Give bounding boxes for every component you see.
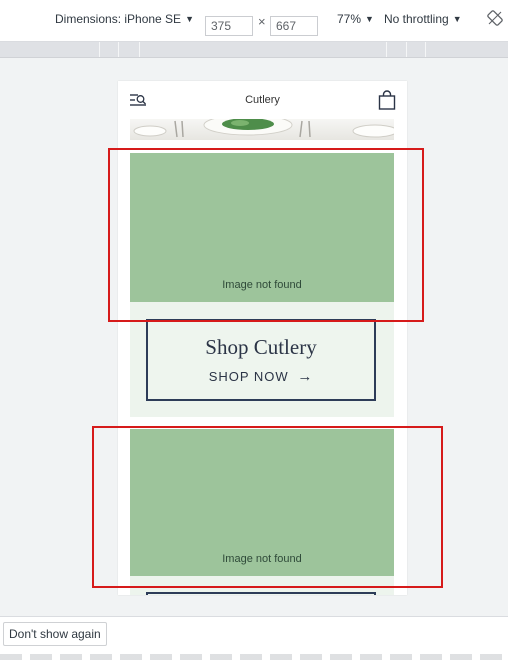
- height-input[interactable]: [270, 16, 318, 36]
- rotate-icon[interactable]: [487, 10, 503, 26]
- device-dimensions-label: Dimensions: iPhone SE: [55, 12, 182, 26]
- cta-title: Shop Cutlery: [205, 335, 317, 359]
- zoom-caret-icon: ▼: [365, 14, 374, 24]
- zoom-label: 77%: [337, 12, 362, 26]
- arrow-right-icon: →: [297, 368, 314, 385]
- page-title: Cutlery: [245, 94, 280, 106]
- shop-cutlery-cta[interactable]: Shop Cutlery SHOP NOW →: [146, 319, 376, 401]
- device-dimensions-dropdown[interactable]: Dimensions: iPhone SE ▼: [55, 12, 194, 26]
- ruler-tick: [425, 42, 426, 57]
- throttling-label: No throttling: [384, 12, 449, 26]
- shop-now-link[interactable]: SHOP NOW →: [148, 368, 374, 385]
- site-header: Cutlery: [118, 81, 407, 119]
- tile-cta[interactable]: [146, 592, 376, 595]
- highlight-box: [92, 426, 443, 588]
- dimensions-caret-icon: ▼: [185, 14, 194, 24]
- shop-now-label: SHOP NOW: [208, 369, 289, 384]
- dont-show-again-button[interactable]: Don't show again: [3, 622, 107, 646]
- ruler-tick: [139, 42, 140, 57]
- throttling-dropdown[interactable]: No throttling ▼: [384, 12, 462, 26]
- ruler-tick: [118, 42, 119, 57]
- cutlery-table-image: [133, 119, 394, 138]
- devtools-infobar: Don't show again: [0, 616, 508, 660]
- dimension-separator: ×: [258, 14, 266, 29]
- device-toolbar: Dimensions: iPhone SE▼ × 77%▼ No throttl…: [0, 0, 508, 42]
- highlight-box: [108, 148, 424, 322]
- media-query-ruler: [0, 42, 508, 58]
- ruler-tick: [406, 42, 407, 57]
- width-input[interactable]: [205, 16, 253, 36]
- hero-image: [130, 119, 394, 140]
- zoom-dropdown[interactable]: 77% ▼: [337, 12, 374, 26]
- throttling-caret-icon: ▼: [452, 14, 462, 24]
- ruler-tick: [99, 42, 100, 57]
- shopping-bag-icon[interactable]: [378, 90, 396, 110]
- ruler-tick: [386, 42, 387, 57]
- infobar-message-text: [0, 654, 508, 660]
